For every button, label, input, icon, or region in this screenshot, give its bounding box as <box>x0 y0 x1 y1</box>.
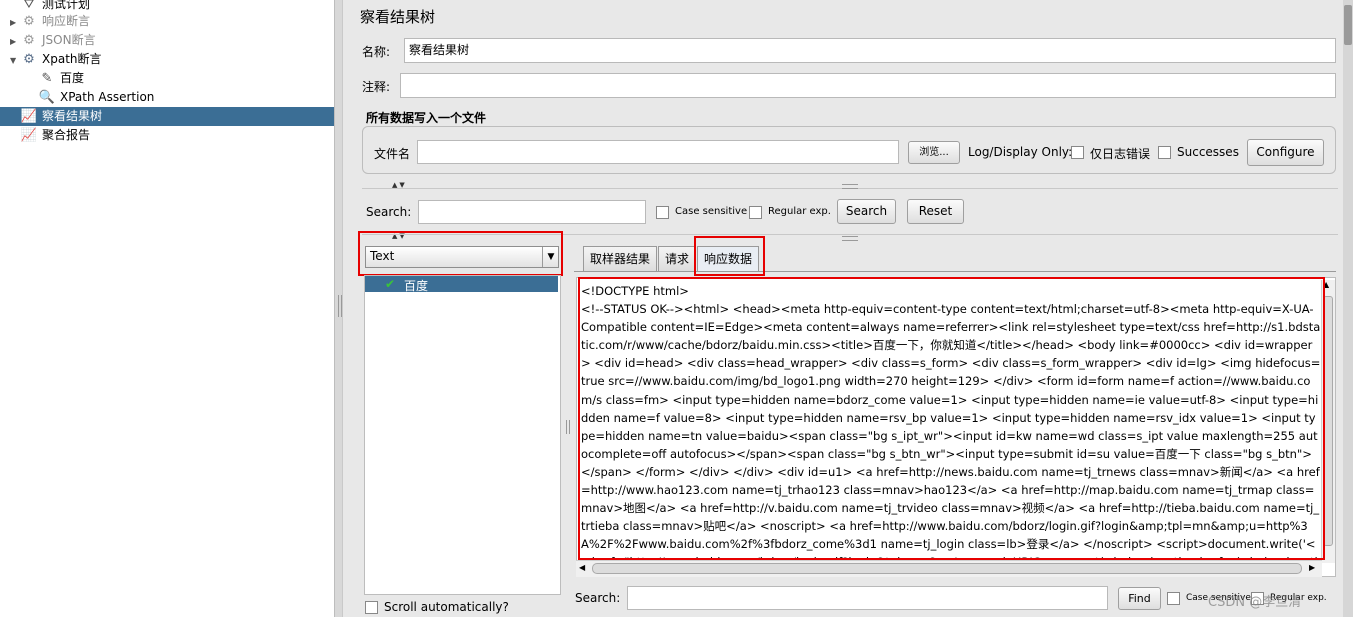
split-pane-divider[interactable] <box>334 0 343 617</box>
results-list[interactable] <box>364 275 561 595</box>
result-item-label: 百度 <box>404 279 429 293</box>
tree-item[interactable]: ✎ 百度 <box>0 69 84 88</box>
tree-item[interactable]: 🔍 XPath Assertion <box>0 88 155 107</box>
find-search-label: Search: <box>575 591 621 605</box>
tree-item-label: 察看结果树 <box>42 109 103 123</box>
result-item[interactable]: ✔ 百度 <box>365 276 558 293</box>
tab-response-data[interactable]: 响应数据 <box>697 246 760 272</box>
renderer-select-value: Text <box>370 249 395 263</box>
horizontal-scrollbar[interactable]: ◀ ▶ <box>576 560 1322 577</box>
gear-icon: ⚙ <box>23 14 35 29</box>
tree-item[interactable]: 📈 察看结果树 <box>0 107 334 126</box>
magnifier-icon: 🔍 <box>38 90 56 105</box>
find-case-sensitive-checkbox[interactable] <box>1167 592 1180 605</box>
listener-chart-icon: 📈 <box>20 128 38 143</box>
listener-chart-icon: 📈 <box>20 109 38 124</box>
search-label: Search: <box>366 205 412 219</box>
outer-vertical-scrollbar[interactable] <box>1343 0 1353 617</box>
horizontal-scroll-thumb[interactable] <box>592 563 1302 574</box>
response-body-text[interactable]: <!DOCTYPE html> <!--STATUS OK--><html> <… <box>580 280 1321 560</box>
tree-item-label: 百度 <box>60 71 85 85</box>
find-search-input[interactable] <box>627 586 1108 610</box>
tab-sampler-result[interactable]: 取样器结果 <box>583 246 658 272</box>
search-input[interactable] <box>418 200 646 224</box>
successes-label: Successes <box>1177 145 1239 159</box>
divider-grip[interactable] <box>338 295 342 317</box>
tree-item-label: JSON断言 <box>42 33 96 47</box>
tree-item-label: Xpath断言 <box>42 52 102 66</box>
tree-item[interactable]: ▶ ⚙ 响应断言 <box>0 12 90 31</box>
expand-arrow-icon[interactable]: ▼ <box>10 51 20 70</box>
case-sensitive-label: Case sensitive <box>675 206 748 217</box>
section-separator <box>362 234 1338 235</box>
comment-label: 注释: <box>362 80 391 94</box>
case-sensitive-checkbox[interactable] <box>656 206 669 219</box>
renderer-select[interactable]: Text ▼ <box>365 246 559 268</box>
tree-item-label: 聚合报告 <box>42 128 91 142</box>
tree-item[interactable]: ▼ ⚙ Xpath断言 <box>0 50 102 69</box>
vertical-scrollbar[interactable]: ▲ <box>1321 280 1335 563</box>
outer-scroll-thumb[interactable] <box>1344 5 1352 45</box>
separator-grip[interactable] <box>842 236 858 241</box>
response-html-body: <!--STATUS OK--><html> <head><meta http-… <box>581 302 1321 560</box>
name-label: 名称: <box>362 45 391 59</box>
success-shield-icon: ✔ <box>385 277 396 291</box>
tree-item[interactable]: 📈 聚合报告 <box>0 126 90 145</box>
gear-icon: ⚙ <box>23 52 35 67</box>
successes-checkbox[interactable] <box>1158 146 1171 159</box>
http-sampler-icon: ✎ <box>41 71 53 86</box>
regex-label: Regular exp. <box>768 206 831 217</box>
chevron-down-icon[interactable]: ▼ <box>542 247 559 267</box>
comment-field[interactable] <box>400 73 1336 98</box>
response-doctype-line: <!DOCTYPE html> <box>581 284 689 298</box>
test-plan-tree[interactable]: ⛛ 测试计划 ▶ ⚙ 响应断言 ▶ ⚙ JSON断言 ▼ ⚙ Xpath断言 ✎ 百度 🔍 XPath As… <box>0 0 334 617</box>
name-field[interactable]: 察看结果树 <box>404 38 1336 63</box>
tree-item-label: 响应断言 <box>42 14 91 28</box>
errors-only-checkbox[interactable] <box>1071 146 1084 159</box>
collapse-arrow-icon[interactable]: ▶ <box>10 13 20 32</box>
filename-field[interactable] <box>417 140 899 164</box>
browse-button[interactable]: 浏览... <box>908 141 960 164</box>
scroll-up-icon[interactable]: ▲ <box>1323 280 1329 289</box>
write-to-file-title: 所有数据写入一个文件 <box>366 111 487 125</box>
separator-grip[interactable] <box>842 184 858 189</box>
list-divider-grip[interactable] <box>566 420 570 434</box>
gear-icon: ⚙ <box>23 33 35 48</box>
regex-checkbox[interactable] <box>749 206 762 219</box>
errors-only-label: 仅日志错误 <box>1090 147 1151 161</box>
scroll-left-icon[interactable]: ◀ <box>579 563 585 572</box>
scroll-automatically-checkbox[interactable] <box>365 601 378 614</box>
configure-button[interactable]: Configure <box>1247 139 1324 166</box>
tab-request[interactable]: 请求 <box>658 246 697 272</box>
collapse-arrow-icon[interactable]: ▶ <box>10 32 20 51</box>
panel-title: 察看结果树 <box>360 8 436 26</box>
tab-baseline <box>574 271 1336 272</box>
reset-button[interactable]: Reset <box>907 199 964 224</box>
tree-item-label: XPath Assertion <box>60 90 155 104</box>
find-button[interactable]: Find <box>1118 587 1161 610</box>
filename-label: 文件名 <box>374 147 411 161</box>
csdn-watermark: CSDN @李旦清 <box>1208 595 1302 610</box>
vertical-scroll-thumb[interactable] <box>1323 296 1333 546</box>
search-button[interactable]: Search <box>837 199 896 224</box>
log-display-only-label: Log/Display Only: <box>968 145 1073 159</box>
scroll-automatically-label: Scroll automatically? <box>384 600 509 614</box>
scroll-right-icon[interactable]: ▶ <box>1309 563 1315 572</box>
tree-item[interactable]: ▶ ⚙ JSON断言 <box>0 31 96 50</box>
